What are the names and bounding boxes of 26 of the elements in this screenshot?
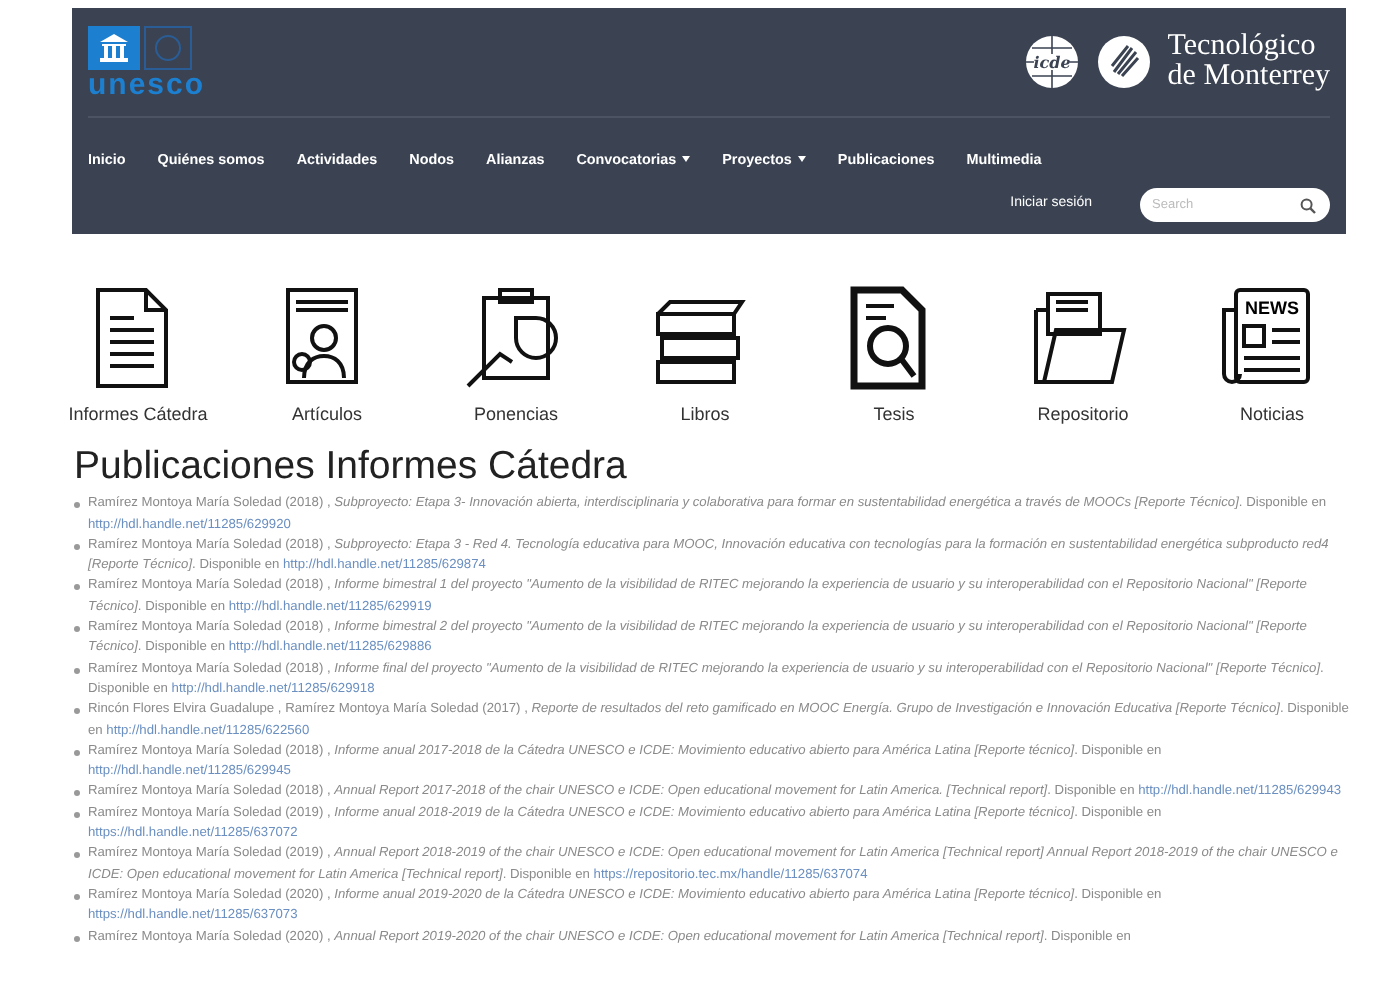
bullet-icon bbox=[74, 626, 80, 633]
bullet-icon bbox=[74, 811, 80, 818]
search-icon[interactable] bbox=[1300, 197, 1316, 214]
category-link[interactable]: Ponencias bbox=[473, 401, 559, 429]
bullet-icon bbox=[74, 543, 80, 550]
bullet-icon bbox=[74, 852, 80, 859]
emblem-icon bbox=[144, 25, 192, 69]
section-heading: Publicaciones Informes Cátedra bbox=[74, 444, 629, 489]
bullet-icon bbox=[74, 708, 80, 715]
tec-logo: Tecnológico de Monterrey bbox=[1167, 32, 1330, 92]
bullet-icon bbox=[74, 667, 80, 674]
category-link[interactable]: Artículos bbox=[291, 401, 362, 429]
category-link[interactable]: Informes Cátedra bbox=[68, 401, 208, 429]
bullet-icon bbox=[74, 502, 80, 509]
category-link[interactable]: Noticias bbox=[1239, 401, 1304, 429]
unesco-temple-icon bbox=[88, 25, 140, 69]
bullet-icon bbox=[74, 893, 80, 900]
bullet-icon bbox=[74, 584, 80, 591]
bullet-icon bbox=[74, 749, 80, 756]
unesco-logo: unesco bbox=[88, 69, 208, 99]
category-link[interactable]: Tesis bbox=[873, 401, 915, 429]
bullet-icon bbox=[74, 790, 80, 797]
icde-globe-logo: icde bbox=[1023, 34, 1080, 90]
bullet-icon bbox=[74, 935, 80, 942]
category-link[interactable]: Repositorio bbox=[1037, 401, 1129, 429]
category-link[interactable]: Libros bbox=[680, 401, 730, 429]
